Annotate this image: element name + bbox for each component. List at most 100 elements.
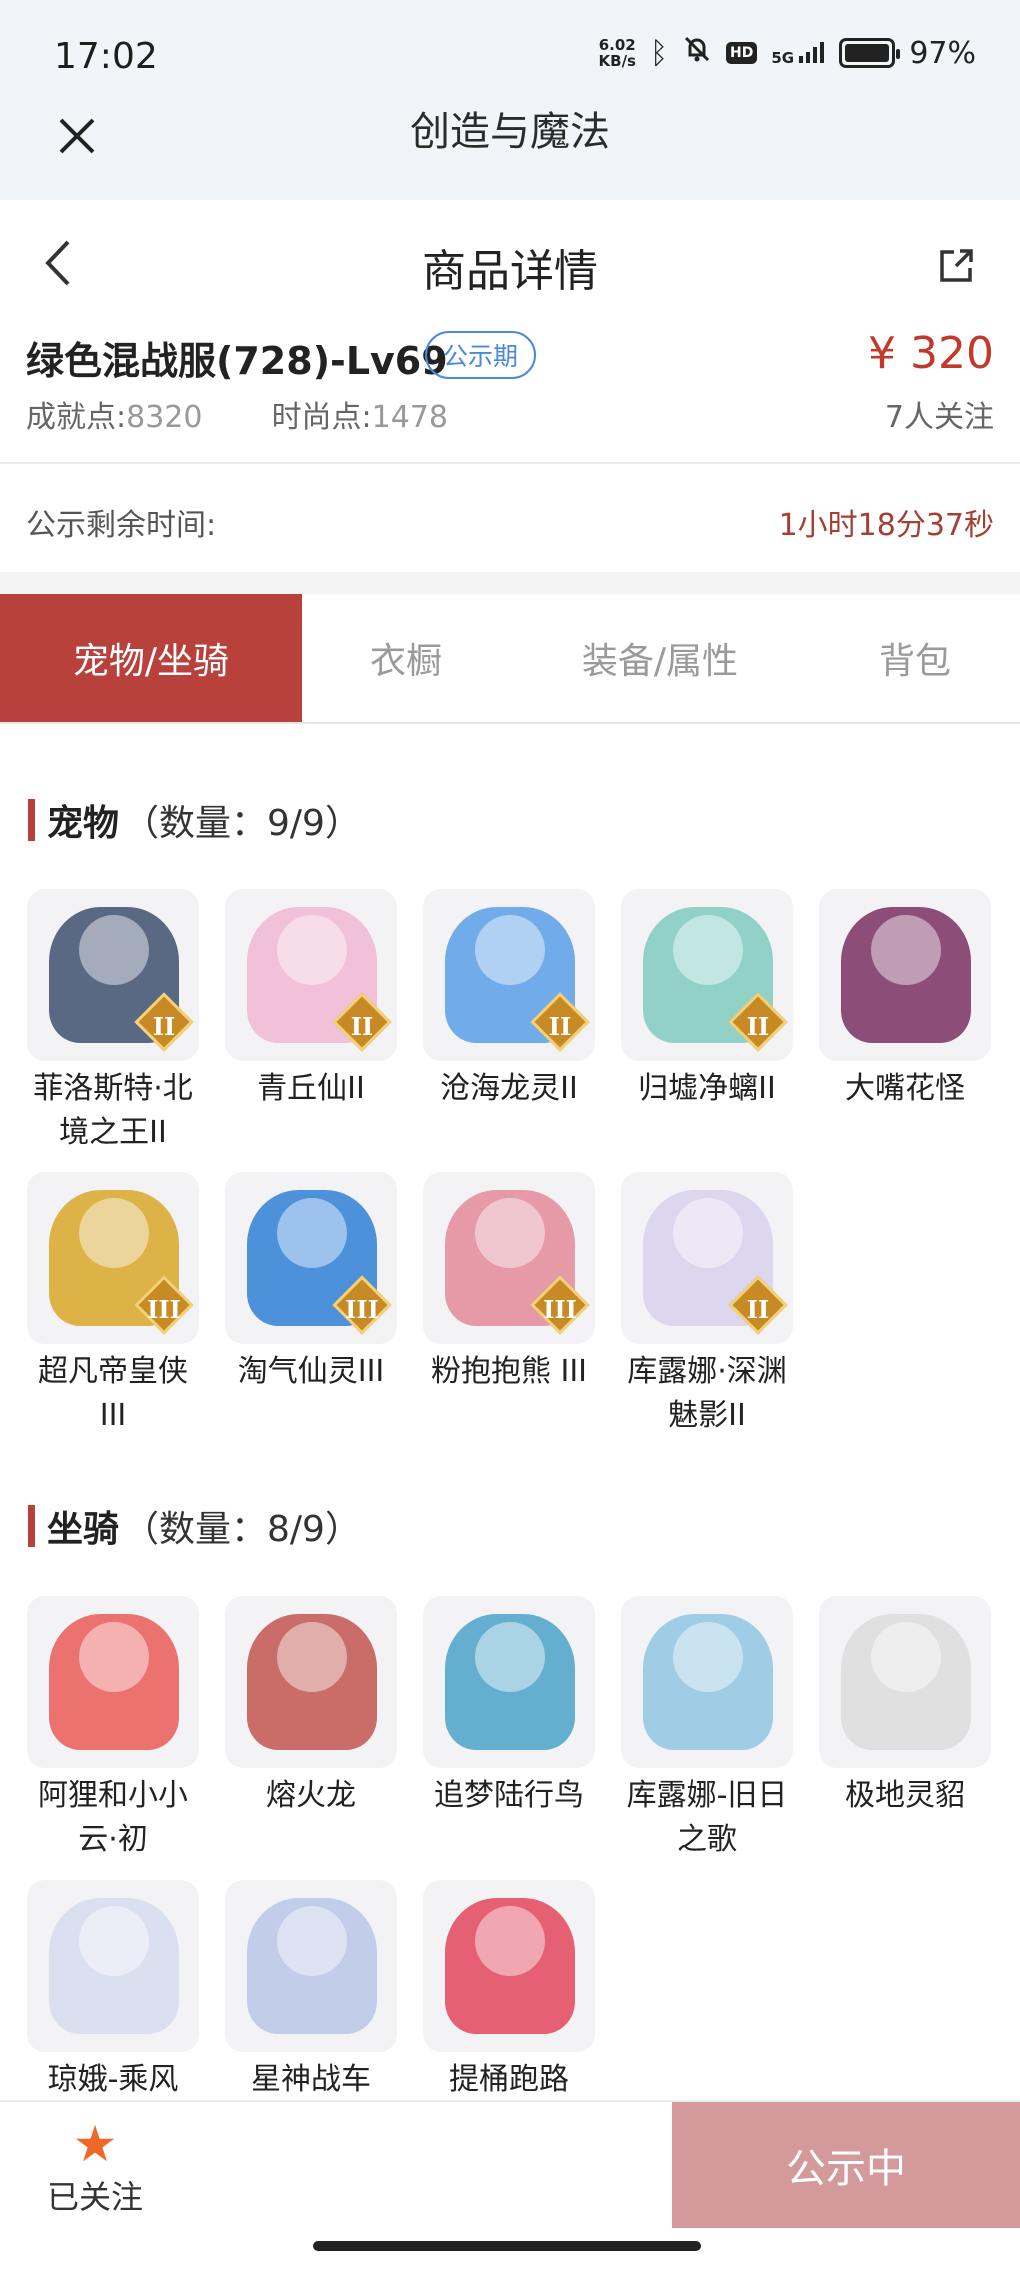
item-thumbnail [423,1596,595,1768]
item-name-label: 粉抱抱熊 III [430,1354,588,1389]
item-thumbnail [225,1596,397,1768]
section-title: 宠物 [47,803,120,844]
pet-item[interactable]: II 沧海龙灵II [422,889,596,1111]
mount-item[interactable]: 追梦陆行鸟 [422,1596,596,1818]
mount-item[interactable]: 琼娥-乘风 [26,1880,200,2102]
countdown-value: 1小时18分37秒 [778,508,994,543]
tab-label: 宠物/坐骑 [72,641,230,682]
item-thumbnail [819,889,991,1061]
pet-item[interactable]: III 淘气仙灵III [224,1172,398,1394]
tab-pets-mounts[interactable]: 宠物/坐骑 [0,594,302,722]
item-figure-head [277,915,347,985]
achievement-value: 8320 [126,400,203,435]
home-indicator[interactable] [313,2241,701,2251]
tab-wardrobe[interactable]: 衣橱 [302,594,510,722]
rank-label: II [152,1012,176,1041]
section-separator [0,572,1020,594]
item-name-label: 阿狸和小小云·初 [38,1778,188,1857]
net-speed: 6.02 KB/s [599,37,636,69]
hd-icon: HD [725,42,758,64]
item-name-label: 归墟净螭II [638,1071,776,1106]
item-thumbnail [621,1596,793,1768]
item-thumbnail: II [621,889,793,1061]
item-figure-head [871,915,941,985]
mount-item[interactable]: 极地灵貂 [818,1596,992,1818]
item-thumbnail: III [225,1172,397,1344]
item-figure-head [79,915,149,985]
pet-item[interactable]: 大嘴花怪 [818,889,992,1111]
follow-button[interactable]: ★ 已关注 [30,2116,160,2226]
item-name: 绿色混战服(728)-Lv69 [26,339,448,383]
item-figure-head [79,1906,149,1976]
item-figure-head [277,1622,347,1692]
pet-item[interactable]: II 菲洛斯特·北境之王II [26,889,200,1155]
network-indicator: 5G [771,41,825,66]
mount-item[interactable]: 熔火龙 [224,1596,398,1818]
rank-label: II [746,1295,770,1324]
nav-bar: 商品详情 [0,200,1020,330]
section-marker [28,799,35,841]
rank-label: III [345,1295,379,1324]
pet-item[interactable]: II 库露娜·深渊魅影II [620,1172,794,1438]
follow-label: 已关注 [46,2178,143,2216]
pet-item[interactable]: III 粉抱抱熊 III [422,1172,596,1394]
tab-label: 背包 [878,641,951,682]
rank-label: II [746,1012,770,1041]
achievement-label: 成就点: [26,400,127,435]
item-name-label: 沧海龙灵II [440,1071,578,1106]
item-figure-head [673,1622,743,1692]
item-thumbnail: II [423,889,595,1061]
item-thumbnail: III [27,1172,199,1344]
countdown-label: 公示剩余时间: [26,508,217,543]
rank-label: II [548,1012,572,1041]
item-thumbnail: II [225,889,397,1061]
app-title: 创造与魔法 [410,109,610,155]
divider [0,462,1020,464]
tab-equipment[interactable]: 装备/属性 [510,594,810,722]
page-title: 商品详情 [422,246,598,297]
item-thumbnail [27,1596,199,1768]
item-name-label: 淘气仙灵III [237,1354,385,1389]
tab-bar: 宠物/坐骑 衣橱 装备/属性 背包 [0,594,1020,724]
share-button[interactable] [936,246,976,286]
section-count: （数量：8/9） [123,1509,361,1550]
item-name-label: 极地灵貂 [845,1778,965,1813]
network-type: 5G [771,48,795,67]
net-speed-unit: KB/s [598,52,636,70]
mount-item[interactable]: 星神战车 [224,1880,398,2102]
section-marker [28,1505,35,1547]
signal-icon [799,41,825,63]
net-speed-value: 6.02 [598,36,636,54]
pet-item[interactable]: III 超凡帝皇侠III [26,1172,200,1438]
mount-item[interactable]: 提桶跑路 [422,1880,596,2102]
item-thumbnail [423,1880,595,2052]
pets-section-header: 宠物 （数量：9/9） [28,798,361,844]
item-thumbnail: III [423,1172,595,1344]
battery-percent: 97% [909,35,976,71]
tab-bag[interactable]: 背包 [810,594,1020,722]
item-name-label: 菲洛斯特·北境之王II [33,1071,193,1150]
publicity-button[interactable]: 公示中 [672,2102,1020,2228]
item-figure-head [79,1622,149,1692]
pet-item[interactable]: II 青丘仙II [224,889,398,1111]
status-bar: 17:02 6.02 KB/s ᛒ HD 5G 97% [0,0,1020,110]
item-thumbnail: II [27,889,199,1061]
pet-item[interactable]: II 归墟净螭II [620,889,794,1111]
bell-muted-icon [682,34,712,72]
watcher-count: 7人关注 [884,400,994,435]
item-thumbnail [27,1880,199,2052]
status-time: 17:02 [54,36,158,77]
item-name-label: 青丘仙II [257,1071,365,1106]
item-thumbnail [225,1880,397,2052]
mount-item[interactable]: 阿狸和小小云·初 [26,1596,200,1862]
item-figure-head [79,1198,149,1268]
rank-label: III [147,1295,181,1324]
status-badge: 公示期 [425,331,537,379]
item-name-label: 追梦陆行鸟 [434,1778,584,1813]
mount-item[interactable]: 库露娜-旧日之歌 [620,1596,794,1862]
fashion-label: 时尚点: [271,400,372,435]
item-figure-head [277,1906,347,1976]
rank-label: II [350,1012,374,1041]
item-figure-head [475,1622,545,1692]
pets-grid: II 菲洛斯特·北境之王II II 青丘仙II II 沧海龙灵II II 归墟净螭II 大嘴花怪… [26,889,996,1449]
